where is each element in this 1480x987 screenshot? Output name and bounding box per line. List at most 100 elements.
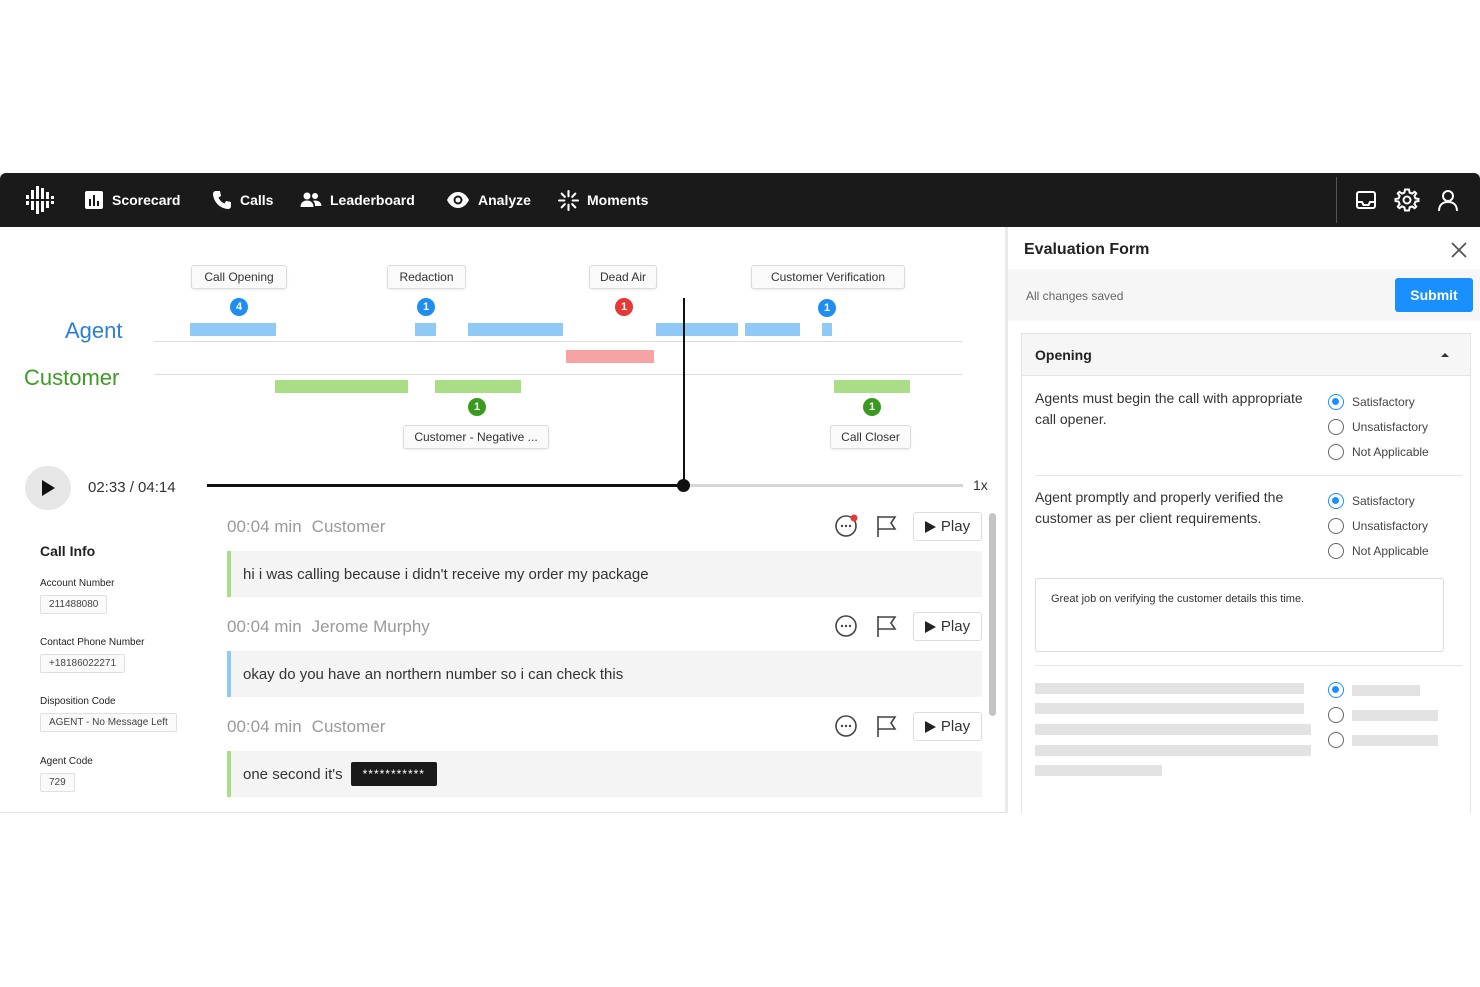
- transcript-play-button[interactable]: Play: [913, 712, 982, 741]
- playback-speed-button[interactable]: 1x: [973, 477, 988, 493]
- transcript-timestamp: 00:04 min: [227, 617, 302, 636]
- transcript-entry-header: 00:04 min Customer: [227, 717, 385, 737]
- loading-placeholder-line: [1035, 703, 1304, 714]
- account-number-label: Account Number: [40, 578, 115, 589]
- playback-time: 02:33 / 04:14: [88, 479, 176, 496]
- submit-button[interactable]: Submit: [1395, 278, 1473, 312]
- radio-option-satisfactory[interactable]: Satisfactory: [1328, 492, 1415, 510]
- moment-count-badge[interactable]: 4: [230, 298, 248, 316]
- radio-option-not-applicable[interactable]: Not Applicable: [1328, 542, 1429, 560]
- nav-item-analyze[interactable]: Analyze: [446, 173, 531, 227]
- nav-item-moments[interactable]: Moments: [558, 173, 648, 227]
- moment-count-badge[interactable]: 1: [615, 298, 633, 316]
- caret-up-icon: [1441, 353, 1449, 357]
- agent-code-value: 729: [40, 773, 75, 792]
- radio-option-label: Unsatisfactory: [1352, 519, 1429, 533]
- transcript-speaker: Customer: [311, 517, 386, 536]
- customer-speech-segment[interactable]: [834, 380, 910, 393]
- timeline-playhead[interactable]: [683, 298, 685, 486]
- evaluation-form-panel: Evaluation Form All changes saved Submit…: [1005, 227, 1480, 813]
- radio-button[interactable]: [1328, 394, 1344, 410]
- radio-option-placeholder[interactable]: [1328, 731, 1438, 749]
- radio-button[interactable]: [1328, 707, 1344, 723]
- moment-marker-customer-negative[interactable]: Customer - Negative ...: [403, 425, 549, 449]
- playback-progress-bar[interactable]: [207, 479, 963, 492]
- gear-icon[interactable]: [1394, 187, 1420, 213]
- flag-icon[interactable]: [875, 614, 899, 638]
- section-header-opening[interactable]: Opening: [1022, 334, 1470, 376]
- flag-icon[interactable]: [875, 714, 899, 738]
- user-icon[interactable]: [1435, 187, 1461, 213]
- moment-marker-call-opening[interactable]: Call Opening: [191, 265, 287, 289]
- playback-progress-fill: [207, 484, 684, 487]
- app-logo-icon[interactable]: [24, 184, 56, 216]
- customer-speech-segment[interactable]: [275, 380, 408, 393]
- radio-option-unsatisfactory[interactable]: Unsatisfactory: [1328, 418, 1428, 436]
- moment-count-badge[interactable]: 1: [468, 398, 486, 416]
- radio-button[interactable]: [1328, 682, 1344, 698]
- nav-item-label: Scorecard: [112, 192, 181, 208]
- transcript-text: okay do you have an northern number so i…: [243, 665, 624, 683]
- moment-marker-dead-air[interactable]: Dead Air: [589, 265, 657, 289]
- bar-chart-icon: [85, 191, 103, 209]
- radio-option-placeholder[interactable]: [1328, 706, 1438, 724]
- radio-option-label: Not Applicable: [1352, 544, 1429, 558]
- moment-marker-call-closer[interactable]: Call Closer: [830, 425, 911, 449]
- nav-item-scorecard[interactable]: Scorecard: [84, 173, 180, 227]
- moment-count-badge[interactable]: 1: [863, 398, 881, 416]
- agent-speech-segment[interactable]: [822, 323, 832, 336]
- transcript-scrollbar[interactable]: [989, 513, 996, 716]
- radio-option-unsatisfactory[interactable]: Unsatisfactory: [1328, 517, 1428, 535]
- agent-speech-segment[interactable]: [468, 323, 563, 336]
- play-pause-button[interactable]: [25, 466, 71, 510]
- moment-marker-customer-verification[interactable]: Customer Verification: [751, 265, 905, 289]
- agent-speech-segment[interactable]: [745, 323, 800, 336]
- play-icon: [924, 520, 936, 533]
- disposition-code-value: AGENT - No Message Left: [40, 713, 177, 732]
- radio-option-label: Satisfactory: [1352, 395, 1415, 409]
- transcript-timestamp: 00:04 min: [227, 517, 302, 536]
- comment-icon[interactable]: [834, 714, 858, 738]
- radio-option-not-applicable[interactable]: Not Applicable: [1328, 443, 1429, 461]
- radio-button[interactable]: [1328, 493, 1344, 509]
- close-icon[interactable]: [1448, 239, 1470, 261]
- comment-icon[interactable]: [834, 614, 858, 638]
- moment-count-badge[interactable]: 1: [417, 298, 435, 316]
- radio-button[interactable]: [1328, 543, 1344, 559]
- nav-item-leaderboard[interactable]: Leaderboard: [300, 173, 415, 227]
- transcript-message-customer[interactable]: one second it's ***********: [227, 751, 982, 797]
- radio-button[interactable]: [1328, 732, 1344, 748]
- radio-button[interactable]: [1328, 444, 1344, 460]
- playback-scrubber-handle[interactable]: [677, 479, 691, 492]
- transcript-play-button[interactable]: Play: [913, 512, 982, 541]
- dead-air-segment[interactable]: [566, 350, 654, 363]
- radio-option-satisfactory[interactable]: Satisfactory: [1328, 393, 1415, 411]
- evaluation-form-title: Evaluation Form: [1024, 241, 1150, 258]
- speaker-label-customer: Customer: [24, 365, 120, 390]
- customer-speech-segment[interactable]: [435, 380, 521, 393]
- agent-speech-segment[interactable]: [656, 323, 738, 336]
- transcript-text: one second it's: [243, 765, 343, 783]
- transcript-message-customer[interactable]: hi i was calling because i didn't receiv…: [227, 551, 982, 597]
- radio-button[interactable]: [1328, 518, 1344, 534]
- comment-icon[interactable]: [834, 514, 858, 538]
- transcript-play-button[interactable]: Play: [913, 612, 982, 641]
- nav-item-label: Analyze: [478, 192, 531, 208]
- flag-icon[interactable]: [875, 514, 899, 538]
- radio-option-placeholder[interactable]: [1328, 681, 1420, 699]
- evaluation-comment-box[interactable]: Great job on verifying the customer deta…: [1035, 578, 1444, 652]
- nav-item-calls[interactable]: Calls: [212, 173, 273, 227]
- inbox-icon[interactable]: [1353, 187, 1379, 213]
- radio-button[interactable]: [1328, 419, 1344, 435]
- transcript-message-agent[interactable]: okay do you have an northern number so i…: [227, 651, 982, 697]
- agent-speech-segment[interactable]: [415, 323, 436, 336]
- sparkle-icon: [558, 189, 579, 211]
- agent-speech-segment[interactable]: [190, 323, 276, 336]
- transcript-entry-header: 00:04 min Jerome Murphy: [227, 617, 430, 637]
- play-button-label: Play: [940, 618, 971, 635]
- nav-divider: [1336, 177, 1337, 223]
- save-status-text: All changes saved: [1026, 289, 1124, 303]
- moment-count-badge[interactable]: 1: [818, 299, 836, 317]
- moment-marker-redaction[interactable]: Redaction: [387, 265, 466, 289]
- disposition-code-label: Disposition Code: [40, 696, 116, 707]
